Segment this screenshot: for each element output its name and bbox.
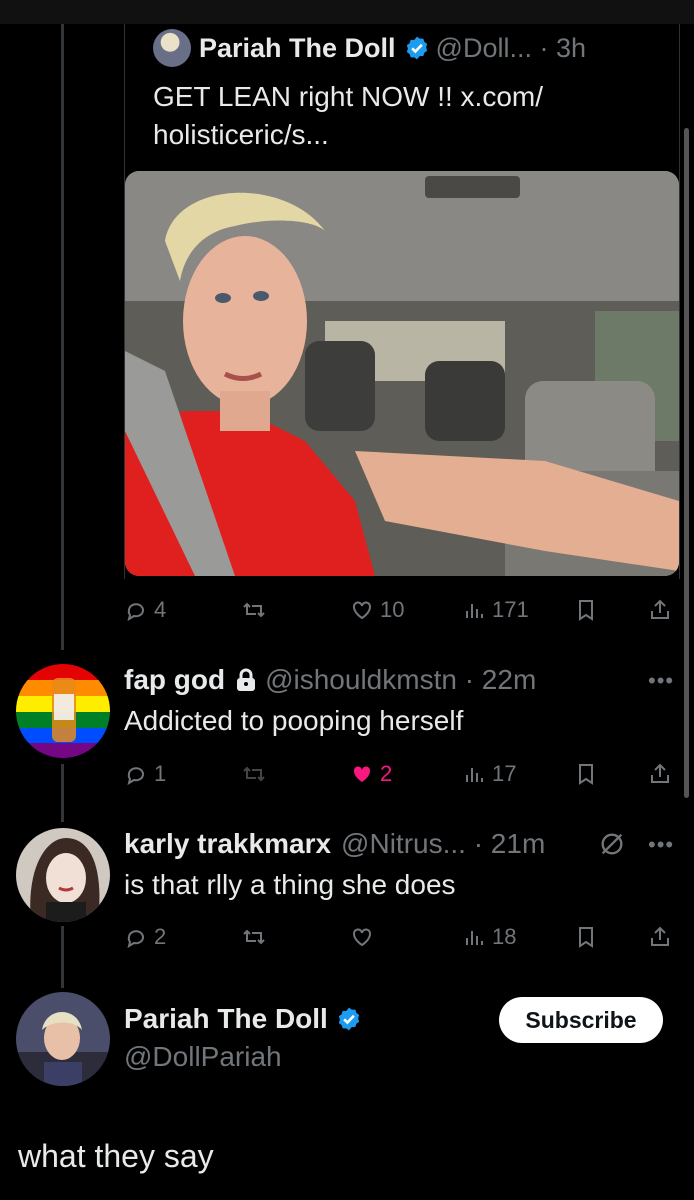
share-button[interactable] [648, 920, 672, 954]
profile-handle[interactable]: @DollPariah [124, 1041, 282, 1073]
bookmark-icon [579, 600, 593, 621]
repost-button[interactable] [242, 920, 272, 954]
bookmark-button[interactable] [574, 757, 598, 791]
views-button[interactable]: 18 [462, 920, 516, 954]
caption-text: what they say [18, 1138, 214, 1174]
views-button[interactable]: 171 [462, 593, 529, 627]
repost-icon [243, 602, 265, 618]
share-button[interactable] [648, 593, 672, 627]
scrollbar[interactable] [684, 128, 689, 798]
bookmark-button[interactable] [574, 920, 598, 954]
repost-icon [243, 766, 265, 782]
author-name[interactable]: fap god [124, 664, 225, 696]
reply-header: karly trakkmarx @Nitrus... · 21m [124, 824, 545, 864]
text-line[interactable]: holisticeric/s... [153, 116, 623, 154]
thread-line [61, 764, 64, 822]
views-icon [466, 768, 483, 782]
handle-time: @Doll... · 3h [435, 32, 586, 63]
post-actions: 2 18 [124, 920, 684, 954]
quoted-post-header: Pariah The Doll @Doll... · 3h [153, 28, 586, 68]
share-icon [651, 599, 669, 619]
profile-header: Pariah The Doll [124, 999, 368, 1039]
views-count: 18 [492, 924, 517, 949]
text-line: GET LEAN right NOW !! x.com/ [153, 81, 544, 112]
handle-time: @ishouldkmstn · 22m [265, 664, 537, 695]
avatar[interactable] [16, 664, 110, 758]
reply-icon [127, 603, 144, 622]
verified-badge-icon [338, 1007, 360, 1031]
like-button[interactable]: 2 [350, 757, 392, 791]
avatar-image [16, 992, 110, 1086]
post-actions: 4 10 171 [124, 593, 684, 627]
verified-badge-icon [406, 36, 427, 60]
avatar-image [16, 664, 110, 758]
like-count: 10 [380, 597, 405, 622]
views-icon [466, 604, 483, 618]
reply-icon [127, 767, 144, 786]
like-count: 2 [380, 761, 393, 786]
reply-count: 1 [154, 761, 167, 786]
author-name[interactable]: karly trakkmarx [124, 828, 331, 860]
share-button[interactable] [648, 757, 672, 791]
muted-icon[interactable] [598, 830, 626, 858]
repost-icon [243, 929, 265, 945]
heart-icon [353, 601, 371, 620]
author-name[interactable]: Pariah The Doll [199, 33, 396, 64]
bookmark-icon [579, 764, 593, 785]
post-actions: 1 2 17 [124, 757, 684, 791]
quoted-post[interactable]: Pariah The Doll @Doll... · 3h GET LEAN r… [124, 24, 680, 579]
repost-button[interactable] [242, 593, 272, 627]
views-icon [466, 931, 483, 945]
share-icon [651, 926, 669, 946]
like-button[interactable] [350, 920, 380, 954]
status-bar [0, 0, 694, 24]
like-button[interactable]: 10 [350, 593, 404, 627]
bookmark-icon [579, 927, 593, 948]
reply-header: fap god @ishouldkmstn · 22m [124, 660, 536, 700]
repost-button[interactable] [242, 757, 272, 791]
share-icon [651, 763, 669, 783]
quoted-post-text: GET LEAN right NOW !! x.com/ holisticeri… [153, 78, 623, 154]
lock-icon [237, 668, 256, 691]
reply-text: is that rlly a thing she does [124, 869, 456, 900]
thread-line [61, 926, 64, 988]
avatar[interactable] [16, 828, 110, 922]
reply-count: 4 [154, 597, 167, 622]
views-button[interactable]: 17 [462, 757, 516, 791]
heart-icon [353, 766, 371, 782]
profile-name[interactable]: Pariah The Doll [124, 1003, 328, 1035]
reply-button[interactable]: 2 [124, 920, 166, 954]
reply-button[interactable]: 4 [124, 593, 166, 627]
views-count: 17 [492, 761, 517, 786]
post-photo[interactable] [125, 171, 679, 576]
handle-time: @Nitrus... · 21m [341, 828, 546, 859]
avatar[interactable] [153, 29, 191, 67]
thread-line [61, 24, 64, 650]
heart-icon [353, 928, 371, 947]
avatar[interactable] [16, 992, 110, 1086]
avatar-image [16, 828, 110, 922]
reply-count: 2 [154, 924, 167, 949]
more-icon[interactable]: ••• [648, 668, 674, 694]
photo-illustration [125, 171, 679, 576]
subscribe-button[interactable]: Subscribe [499, 997, 663, 1043]
bookmark-button[interactable] [574, 593, 598, 627]
reply-button[interactable]: 1 [124, 757, 166, 791]
reply-icon [127, 930, 144, 949]
views-count: 171 [492, 597, 529, 622]
more-icon[interactable]: ••• [648, 832, 674, 858]
reply-text: Addicted to pooping herself [124, 705, 464, 736]
